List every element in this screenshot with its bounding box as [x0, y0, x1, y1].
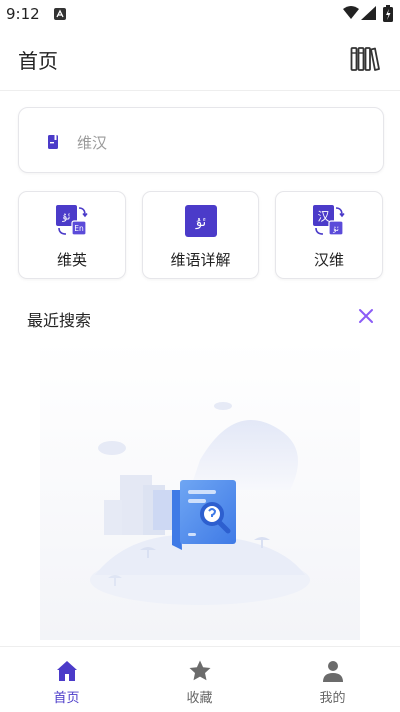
mode-label-uyghur-english: 维英 — [56, 251, 87, 269]
uyghur-glyph-large: ئۇ — [195, 215, 206, 230]
nav-label-me: 我的 — [319, 691, 346, 706]
bottom-nav: 首页 收藏 我的 — [0, 646, 400, 712]
uyghur-english-icon: ئۇ En — [56, 205, 88, 236]
nav-item-favorites[interactable]: 收藏 — [133, 647, 266, 712]
mode-card-chinese-uyghur[interactable]: 汉 ئۇ 汉维 — [275, 191, 383, 279]
library-icon[interactable] — [350, 46, 380, 72]
search-placeholder: 维汉 — [77, 134, 108, 152]
status-time: 9:12 — [6, 5, 40, 23]
app-bar: 首页 — [0, 28, 400, 91]
wifi-icon — [343, 6, 359, 19]
uyghur-glyph-small: ئۇ — [332, 225, 339, 233]
status-bar: 9:12 — [0, 0, 400, 28]
dictionary-icon — [48, 135, 58, 149]
person-icon — [323, 661, 343, 682]
mode-card-uyghur-detail[interactable]: ئۇ 维语详解 — [142, 191, 259, 279]
battery-icon — [383, 5, 393, 22]
close-icon[interactable] — [357, 307, 375, 325]
signal-icon — [361, 6, 376, 20]
uyghur-glyph: ئۇ — [62, 212, 71, 223]
search-input[interactable]: 维汉 — [18, 107, 384, 173]
nav-item-home[interactable]: 首页 — [0, 647, 133, 712]
home-icon — [57, 661, 77, 681]
page-title: 首页 — [18, 49, 58, 73]
mode-label-uyghur-detail: 维语详解 — [170, 251, 231, 269]
mode-card-uyghur-english[interactable]: ئۇ En 维英 — [18, 191, 126, 279]
nav-label-favorites: 收藏 — [186, 691, 213, 706]
nav-label-home: 首页 — [53, 691, 80, 706]
english-glyph: En — [74, 224, 84, 233]
uyghur-detail-icon: ئۇ — [185, 205, 217, 237]
nav-item-me[interactable]: 我的 — [266, 647, 399, 712]
chinese-glyph: 汉 — [317, 210, 329, 224]
star-icon — [189, 660, 211, 681]
mode-label-chinese-uyghur: 汉维 — [313, 251, 344, 269]
recent-searches-title: 最近搜索 — [27, 311, 92, 330]
notification-icon — [54, 8, 66, 20]
chinese-uyghur-icon: 汉 ئۇ — [313, 205, 345, 236]
empty-state-illustration — [40, 340, 360, 640]
